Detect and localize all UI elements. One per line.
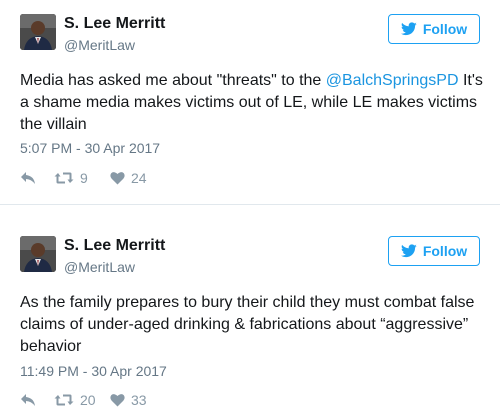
author-name[interactable]: S. Lee Merritt xyxy=(64,237,165,255)
retweet-count: 20 xyxy=(80,392,96,408)
tweet-card: S. Lee Merritt @MeritLaw Follow Media ha… xyxy=(0,0,500,200)
retweet-count: 9 xyxy=(80,170,88,186)
author-name[interactable]: S. Lee Merritt xyxy=(64,15,165,33)
avatar[interactable] xyxy=(20,236,56,272)
like-count: 24 xyxy=(131,170,147,186)
reply-button[interactable] xyxy=(20,171,54,185)
follow-button[interactable]: Follow xyxy=(388,14,480,44)
tweet-actions: 9 24 xyxy=(20,168,147,188)
tweet-divider xyxy=(0,204,500,205)
tweet-card: S. Lee Merritt @MeritLaw Follow As the f… xyxy=(0,222,500,417)
mention-link[interactable]: @BalchSpringsPD xyxy=(326,72,459,89)
reply-button[interactable] xyxy=(20,393,54,407)
tweet-list: S. Lee Merritt @MeritLaw Follow Media ha… xyxy=(0,0,500,417)
retweet-button[interactable]: 20 xyxy=(54,392,110,408)
heart-icon xyxy=(110,172,125,185)
tweet-timestamp[interactable]: 11:49 PM - 30 Apr 2017 xyxy=(20,363,167,379)
like-count: 33 xyxy=(131,392,147,408)
reply-icon xyxy=(21,172,35,184)
like-button[interactable]: 24 xyxy=(110,170,147,186)
retweet-icon xyxy=(54,172,74,184)
tweet-text: Media has asked me about "threats" to th… xyxy=(20,70,490,136)
heart-icon xyxy=(110,394,125,407)
tweet-actions: 20 33 xyxy=(20,390,147,410)
tweet-text: As the family prepares to bury their chi… xyxy=(20,294,475,355)
reply-icon xyxy=(21,394,35,406)
twitter-bird-icon xyxy=(400,22,417,36)
retweet-icon xyxy=(54,394,74,406)
tweet-text-part: Media has asked me about "threats" to th… xyxy=(20,72,326,89)
author-handle[interactable]: @MeritLaw xyxy=(64,259,135,275)
twitter-bird-icon xyxy=(400,244,417,258)
tweet-timestamp[interactable]: 5:07 PM - 30 Apr 2017 xyxy=(20,140,160,156)
retweet-button[interactable]: 9 xyxy=(54,170,110,186)
follow-label: Follow xyxy=(422,243,468,259)
author-handle[interactable]: @MeritLaw xyxy=(64,37,135,53)
avatar[interactable] xyxy=(20,14,56,50)
follow-label: Follow xyxy=(422,21,468,37)
like-button[interactable]: 33 xyxy=(110,392,147,408)
follow-button[interactable]: Follow xyxy=(388,236,480,266)
